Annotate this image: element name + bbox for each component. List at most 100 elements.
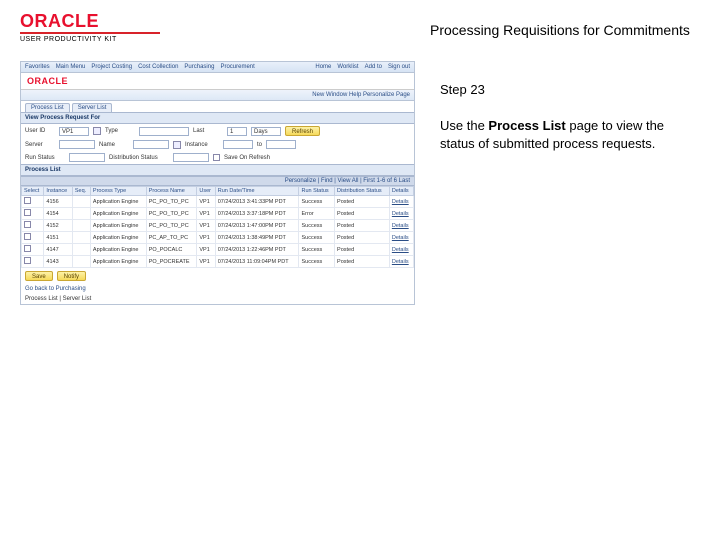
footer-tabs[interactable]: Process List | Server List <box>21 294 414 304</box>
checkbox-save-on-refresh[interactable] <box>213 154 220 161</box>
cell-dt: 07/24/2013 3:37:18PM PDT <box>215 208 299 220</box>
label-diststatus: Distribution Status <box>109 155 169 161</box>
app-brandbar: ORACLE <box>21 73 414 90</box>
cell-details[interactable]: Details <box>389 196 413 208</box>
cell-dt: 07/24/2013 1:22:46PM PDT <box>215 244 299 256</box>
col-runstatus[interactable]: Run Status <box>299 187 335 196</box>
cell-select[interactable] <box>22 244 44 256</box>
input-diststatus[interactable] <box>173 153 209 162</box>
app-oracle-logo: ORACLE <box>27 76 68 86</box>
cell-dt: 07/24/2013 11:09:04PM PDT <box>215 256 299 268</box>
cell-details[interactable]: Details <box>389 208 413 220</box>
cell-details[interactable]: Details <box>389 220 413 232</box>
input-instance-to[interactable] <box>266 140 296 149</box>
save-button[interactable]: Save <box>25 271 53 281</box>
cell-pname: PC_PO_TO_PC <box>146 220 197 232</box>
cell-details[interactable]: Details <box>389 256 413 268</box>
screenshot-region: Favorites Main Menu Project Costing Cost… <box>20 61 415 305</box>
input-last-unit[interactable]: Days <box>251 127 281 136</box>
input-type[interactable] <box>139 127 189 136</box>
cell-run: Success <box>299 244 335 256</box>
input-last[interactable]: 1 <box>227 127 247 136</box>
tab-process-list[interactable]: Process List <box>25 103 70 112</box>
cell-dist: Posted <box>335 256 390 268</box>
app-topbar: Favorites Main Menu Project Costing Cost… <box>21 62 414 73</box>
table-row: 4143Application EnginePO_POCREATEVP107/2… <box>22 256 414 268</box>
step-label: Step 23 <box>440 81 700 99</box>
content-region: Favorites Main Menu Project Costing Cost… <box>0 51 720 305</box>
cell-dist: Posted <box>335 208 390 220</box>
input-server[interactable] <box>59 140 95 149</box>
link-worklist[interactable]: Worklist <box>337 64 358 70</box>
lookup-icon[interactable] <box>93 127 101 135</box>
cell-instance: 4147 <box>44 244 72 256</box>
cell-select[interactable] <box>22 196 44 208</box>
cell-select[interactable] <box>22 256 44 268</box>
app-subbar: New Window Help Personalize Page <box>21 90 414 101</box>
col-datetime[interactable]: Run Date/Time <box>215 187 299 196</box>
label-instance: Instance <box>185 142 219 148</box>
body-pre: Use the <box>440 118 488 133</box>
col-diststatus[interactable]: Distribution Status <box>335 187 390 196</box>
cell-ptype: Application Engine <box>90 196 146 208</box>
process-table: Select Instance Seq. Process Type Proces… <box>21 186 414 268</box>
refresh-button[interactable]: Refresh <box>285 126 320 136</box>
cell-dist: Posted <box>335 196 390 208</box>
label-userid: User ID <box>25 128 55 134</box>
cell-ptype: Application Engine <box>90 208 146 220</box>
cell-instance: 4154 <box>44 208 72 220</box>
label-name: Name <box>99 142 129 148</box>
nav-cost-collection[interactable]: Cost Collection <box>138 64 178 70</box>
col-ptype[interactable]: Process Type <box>90 187 146 196</box>
input-userid[interactable]: VP1 <box>59 127 89 136</box>
cell-seq <box>72 196 90 208</box>
cell-select[interactable] <box>22 208 44 220</box>
cell-select[interactable] <box>22 220 44 232</box>
lookup-icon-2[interactable] <box>173 141 181 149</box>
input-runstatus[interactable] <box>69 153 105 162</box>
col-instance[interactable]: Instance <box>44 187 72 196</box>
nav-project-costing[interactable]: Project Costing <box>91 64 132 70</box>
col-seq[interactable]: Seq. <box>72 187 90 196</box>
col-select[interactable]: Select <box>22 187 44 196</box>
nav-main-menu[interactable]: Main Menu <box>56 64 86 70</box>
col-user[interactable]: User <box>197 187 215 196</box>
col-pname[interactable]: Process Name <box>146 187 197 196</box>
nav-favorites[interactable]: Favorites <box>25 64 50 70</box>
table-row: 4147Application EnginePO_POCALCVP107/24/… <box>22 244 414 256</box>
cell-pname: PC_PO_TO_PC <box>146 196 197 208</box>
cell-select[interactable] <box>22 232 44 244</box>
link-signout[interactable]: Sign out <box>388 64 410 70</box>
label-last: Last <box>193 128 223 134</box>
table-row: 4151Application EnginePC_AP_TO_PCVP107/2… <box>22 232 414 244</box>
label-server: Server <box>25 142 55 148</box>
link-home[interactable]: Home <box>315 64 331 70</box>
cell-ptype: Application Engine <box>90 232 146 244</box>
cell-pname: PO_POCALC <box>146 244 197 256</box>
cell-user: VP1 <box>197 232 215 244</box>
col-details[interactable]: Details <box>389 187 413 196</box>
notify-button[interactable]: Notify <box>57 271 86 281</box>
cell-run: Success <box>299 232 335 244</box>
cell-instance: 4143 <box>44 256 72 268</box>
form-row-2: Server Name Instance to <box>21 138 414 151</box>
list-title: Process List <box>21 164 414 176</box>
nav-purchasing[interactable]: Purchasing <box>184 64 214 70</box>
input-instance-from[interactable] <box>223 140 253 149</box>
cell-dt: 07/24/2013 1:47:00PM PDT <box>215 220 299 232</box>
label-type: Type <box>105 128 135 134</box>
cell-ptype: Application Engine <box>90 220 146 232</box>
link-addto[interactable]: Add to <box>365 64 382 70</box>
table-header-row: Select Instance Seq. Process Type Proces… <box>22 187 414 196</box>
cell-instance: 4152 <box>44 220 72 232</box>
grid-nav-text[interactable]: Personalize | Find | View All | First 1-… <box>285 178 410 184</box>
input-name[interactable] <box>133 140 169 149</box>
cell-details[interactable]: Details <box>389 244 413 256</box>
go-back-link[interactable]: Go back to Purchasing <box>21 284 414 294</box>
tab-server-list[interactable]: Server List <box>72 103 113 112</box>
cell-user: VP1 <box>197 196 215 208</box>
nav-procurement[interactable]: Procurement <box>220 64 254 70</box>
table-row: 4156Application EnginePC_PO_TO_PCVP107/2… <box>22 196 414 208</box>
cell-details[interactable]: Details <box>389 232 413 244</box>
cell-instance: 4151 <box>44 232 72 244</box>
